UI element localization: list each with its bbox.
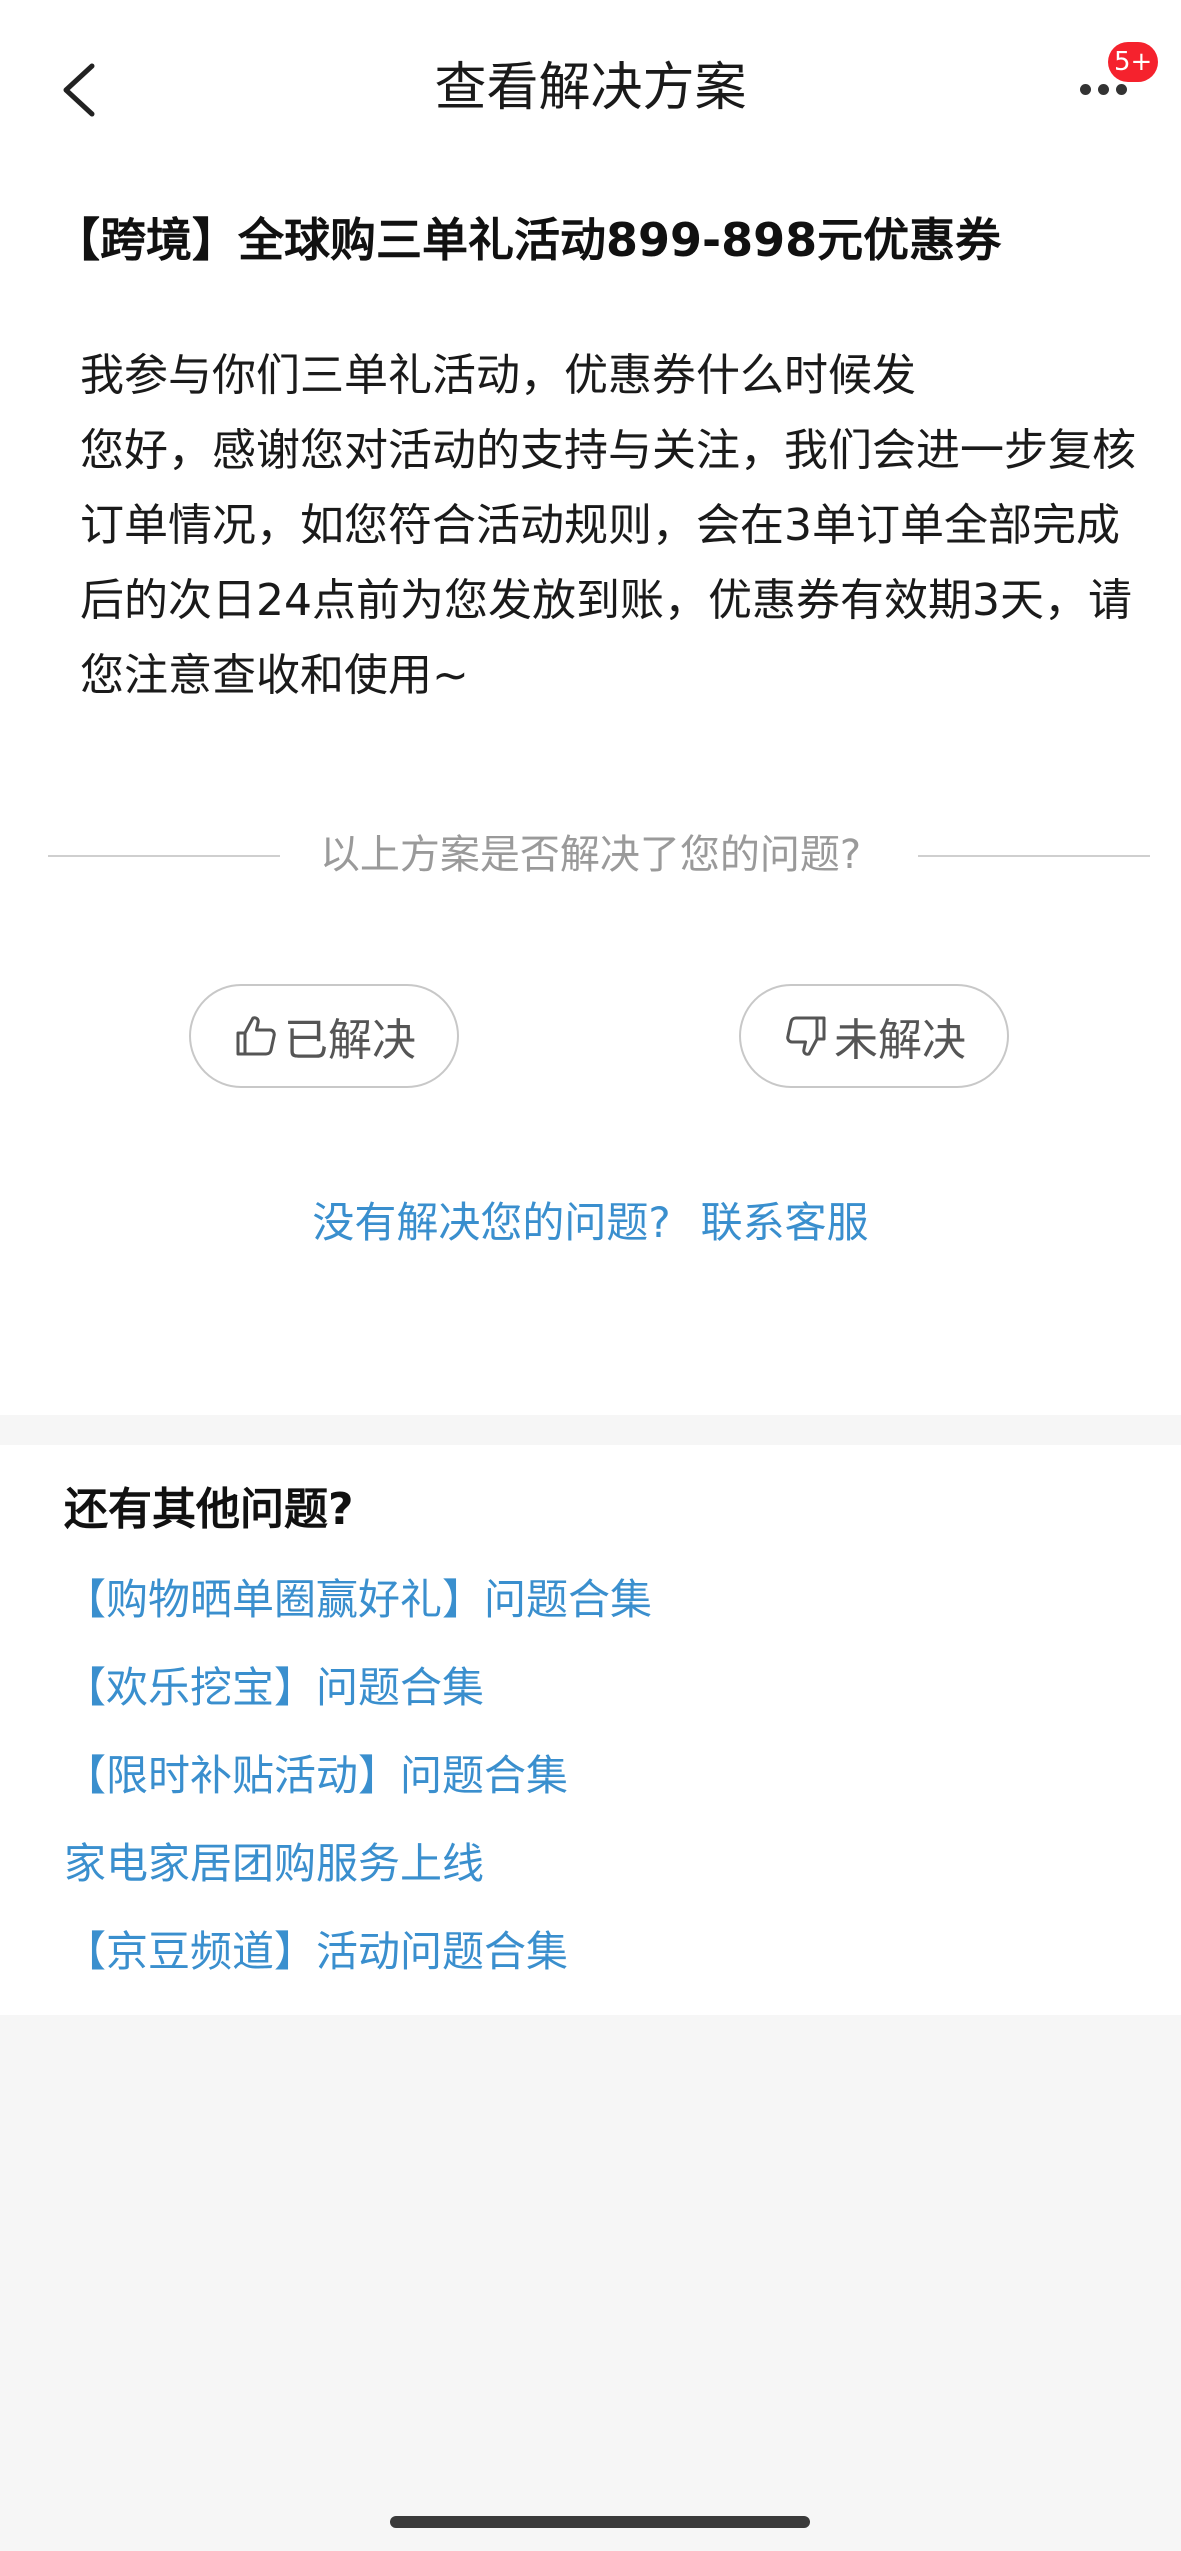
more-question-link[interactable]: 【京豆频道】活动问题合集 [64, 1919, 568, 1985]
question-title: 【跨境】全球购三单礼活动899-898元优惠券 [54, 213, 1002, 267]
page-title: 查看解决方案 [434, 58, 747, 118]
feedback-prompt-row: 以上方案是否解决了您的问题? [0, 820, 1181, 890]
contact-service-row: 没有解决您的问题? 联系客服 [0, 1188, 1181, 1258]
thumbs-down-icon [786, 1016, 826, 1056]
unsolved-button[interactable]: 未解决 [739, 984, 1009, 1088]
answer-reply-text: 您好，感谢您对活动的支持与关注，我们会进一步复核订单情况，如您符合活动规则，会在… [80, 425, 1136, 701]
divider-left [48, 855, 280, 857]
more-question-link[interactable]: 家电家居团购服务上线 [64, 1831, 484, 1897]
thumbs-up-icon [236, 1016, 276, 1056]
solved-label: 已解决 [284, 1015, 416, 1066]
notification-badge: 5+ [1108, 42, 1159, 82]
more-questions-heading: 还有其他问题? [64, 1484, 354, 1535]
feedback-prompt: 以上方案是否解决了您的问题? [319, 832, 862, 878]
more-question-link[interactable]: 【购物晒单圈赢好礼】问题合集 [64, 1567, 652, 1633]
divider-right [918, 855, 1150, 857]
home-indicator[interactable] [390, 2516, 810, 2528]
user-question-text: 我参与你们三单礼活动，优惠券什么时候发 [80, 350, 916, 401]
more-question-link[interactable]: 【限时补贴活动】问题合集 [64, 1743, 568, 1809]
unsolved-label: 未解决 [834, 1015, 966, 1066]
solved-button[interactable]: 已解决 [189, 984, 459, 1088]
answer-content: 我参与你们三单礼活动，优惠券什么时候发 您好，感谢您对活动的支持与关注，我们会进… [80, 338, 1140, 713]
unresolved-question-link[interactable]: 没有解决您的问题? [312, 1198, 670, 1247]
more-question-link[interactable]: 【欢乐挖宝】问题合集 [64, 1655, 484, 1721]
navigation-bar: 查看解决方案 5+ [0, 0, 1181, 180]
contact-service-link[interactable]: 联系客服 [701, 1198, 869, 1247]
